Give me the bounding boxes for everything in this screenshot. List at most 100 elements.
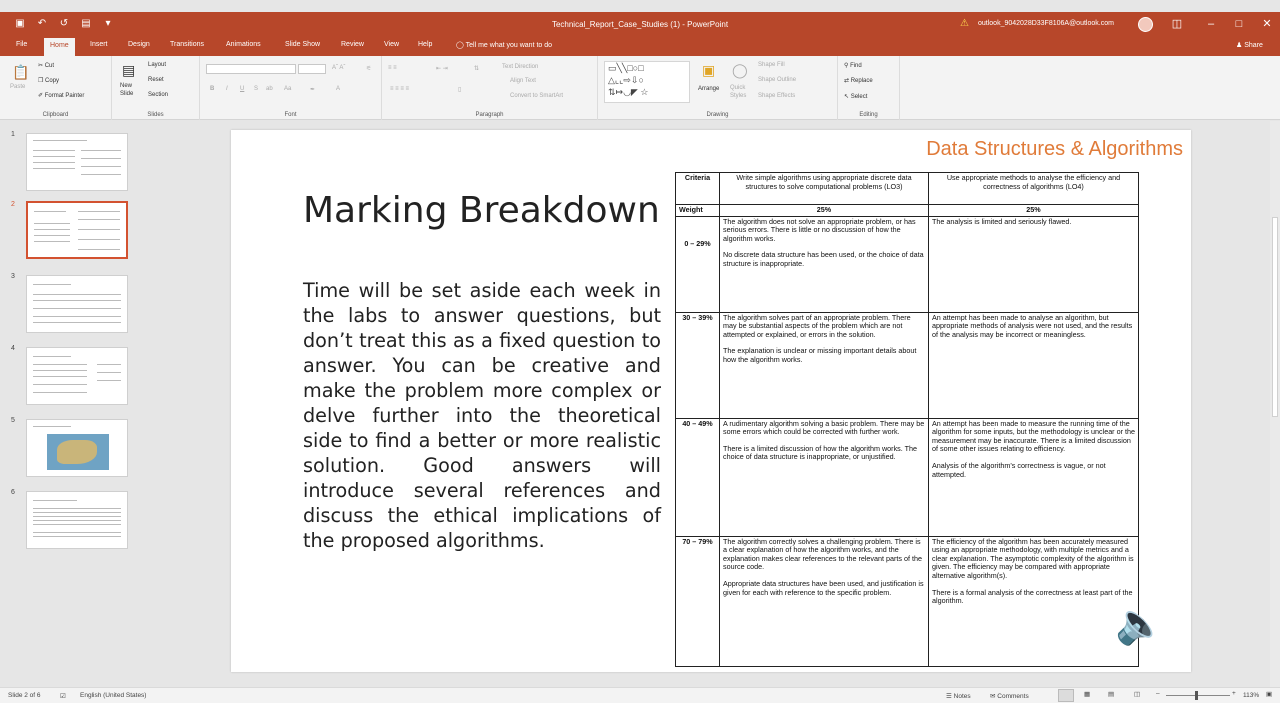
font-color-icon[interactable]: A (336, 86, 340, 92)
section-button[interactable]: Section (148, 92, 168, 98)
maximize-icon[interactable]: □ (1232, 17, 1246, 31)
shape-fill-button[interactable]: Shape Fill (758, 62, 785, 68)
tab-file[interactable]: File (16, 41, 27, 48)
cell-text: The efficiency of the algorithm has been… (932, 536, 1134, 580)
cell-text: The explanation is unclear or missing im… (723, 346, 917, 364)
cut-button[interactable]: ✂ Cut (38, 62, 54, 69)
new-slide-button[interactable]: New Slide (120, 82, 140, 98)
align-text-button[interactable]: Align Text (510, 78, 536, 84)
thumb-number: 3 (11, 273, 15, 280)
font-size-box[interactable] (298, 64, 326, 74)
select-button[interactable]: ↖ Select (844, 93, 867, 100)
language-indicator[interactable]: English (United States) (80, 692, 146, 699)
tab-slide-show[interactable]: Slide Show (285, 41, 320, 48)
tab-home[interactable]: Home (44, 38, 75, 56)
zoom-slider-thumb[interactable] (1195, 691, 1198, 700)
paste-button[interactable]: Paste (10, 84, 25, 90)
cell-text: An attempt has been made to analyse an a… (932, 312, 1133, 339)
slide-body-text[interactable]: Time will be set aside each week in the … (303, 278, 661, 553)
tab-design[interactable]: Design (128, 41, 150, 48)
slide-thumbnail-4[interactable] (26, 347, 128, 405)
audio-speaker-icon[interactable]: 🔈 (1115, 600, 1175, 646)
slide-thumbnail-1[interactable] (26, 133, 128, 191)
layout-button[interactable]: Layout (148, 62, 166, 68)
find-button[interactable]: ⚲ Find (844, 62, 862, 69)
font-name-box[interactable] (206, 64, 296, 74)
indent-icon[interactable]: ⇤ ⇥ (436, 65, 448, 72)
bullets-icon[interactable]: ≡ ≡ (388, 65, 397, 71)
slide-sorter-icon[interactable]: ▦ (1084, 690, 1090, 698)
thumb-number: 5 (11, 417, 15, 424)
slide-thumbnail-3[interactable] (26, 275, 128, 333)
slide-thumbnail-5[interactable] (26, 419, 128, 477)
text-direction-button[interactable]: Text Direction (502, 64, 538, 70)
normal-view-icon[interactable] (1058, 689, 1074, 702)
tell-me-search[interactable]: ◯ Tell me what you want to do (456, 41, 552, 49)
marking-criteria-table[interactable]: Criteria Write simple algorithms using a… (675, 172, 1139, 667)
avatar[interactable] (1138, 17, 1153, 32)
slide-header[interactable]: Data Structures & Algorithms (791, 138, 1183, 161)
arrange-button[interactable]: Arrange (698, 86, 719, 92)
line-spacing-icon[interactable]: ⇅ (474, 65, 479, 72)
slide-thumbnail-2[interactable] (26, 201, 128, 259)
table-cell: The analysis is limited and seriously fl… (928, 215, 1139, 313)
slide-canvas[interactable]: Data Structures & Algorithms Marking Bre… (231, 130, 1191, 672)
format-painter-button[interactable]: ✐ Format Painter (38, 92, 84, 99)
tab-insert[interactable]: Insert (90, 41, 108, 48)
replace-icon: ⇄ (844, 78, 851, 84)
underline-icon[interactable]: U (240, 86, 244, 92)
zoom-slider[interactable] (1166, 695, 1230, 696)
tab-animations[interactable]: Animations (226, 41, 261, 48)
notes-button[interactable]: ☰ Notes (946, 692, 971, 700)
status-bar: Slide 2 of 6 ☑ English (United States) ☰… (0, 687, 1280, 703)
close-icon[interactable]: ✕ (1260, 17, 1274, 31)
grow-font-icon[interactable]: Aˆ Aˇ (332, 65, 345, 71)
account-name[interactable]: outlook_9042028D33F8106A@outlook.com (978, 20, 1114, 27)
table-header-row: Criteria Write simple algorithms using a… (675, 172, 1139, 205)
change-case-icon[interactable]: Aa (284, 86, 291, 92)
zoom-out-icon[interactable]: – (1156, 690, 1160, 697)
spellcheck-icon[interactable]: ☑ (60, 692, 66, 700)
align-icons[interactable]: ≡ ≡ ≡ ≡ (390, 86, 409, 92)
drawing-group-label: Drawing (706, 112, 729, 118)
quick-styles-button[interactable]: Quick Styles (730, 84, 752, 100)
shape-outline-button[interactable]: Shape Outline (758, 77, 796, 83)
tab-help[interactable]: Help (418, 41, 432, 48)
vertical-scrollbar[interactable] (1270, 121, 1280, 687)
cell-text: An attempt has been made to measure the … (932, 418, 1135, 454)
columns-icon[interactable]: ▯ (458, 86, 461, 93)
tab-transitions[interactable]: Transitions (170, 41, 204, 48)
slide-thumbnail-6[interactable] (26, 491, 128, 549)
char-spacing-icon[interactable]: ab (266, 86, 273, 92)
table-row: 70 – 79% The algorithm correctly solves … (675, 535, 1139, 667)
zoom-in-icon[interactable]: + (1232, 690, 1236, 697)
copy-button[interactable]: ❐ Copy (38, 77, 59, 84)
warning-icon[interactable]: ⚠ (960, 18, 969, 29)
highlight-icon[interactable]: ✒ (310, 86, 315, 93)
bottom-strip (0, 703, 1280, 720)
tab-view[interactable]: View (384, 41, 399, 48)
strikethrough-icon[interactable]: S (254, 86, 258, 92)
bold-icon[interactable]: B (210, 86, 214, 92)
thumb-number: 2 (11, 201, 15, 208)
slideshow-icon[interactable]: ◫ (1134, 690, 1140, 698)
reset-button[interactable]: Reset (148, 77, 164, 83)
zoom-level[interactable]: 113% (1243, 692, 1259, 699)
band-cell: 0 – 29% (675, 215, 720, 313)
scrollbar-thumb[interactable] (1272, 217, 1278, 417)
italic-icon[interactable]: I (226, 86, 228, 92)
ribbon-display-options-icon[interactable]: ◫ (1170, 17, 1184, 31)
minimize-icon[interactable]: – (1204, 17, 1218, 31)
comments-button[interactable]: ✉ Comments (990, 692, 1029, 700)
clear-format-icon[interactable]: ⚟ (366, 65, 371, 72)
slide-title[interactable]: Marking Breakdown (303, 190, 660, 231)
reading-view-icon[interactable]: ▤ (1108, 690, 1114, 698)
fit-to-window-icon[interactable]: ▣ (1266, 690, 1272, 698)
replace-button[interactable]: ⇄ Replace (844, 77, 873, 84)
convert-smartart-button[interactable]: Convert to SmartArt (510, 93, 563, 99)
editing-group-label: Editing (859, 112, 878, 118)
shapes-gallery[interactable]: ▭╲╲□○□ △⌞⌞⇨⇩○ ⇅↦◡◤ ☆ (604, 61, 690, 103)
shape-effects-button[interactable]: Shape Effects (758, 93, 795, 99)
tab-review[interactable]: Review (341, 41, 364, 48)
share-button[interactable]: ♟ Share (1236, 41, 1263, 49)
